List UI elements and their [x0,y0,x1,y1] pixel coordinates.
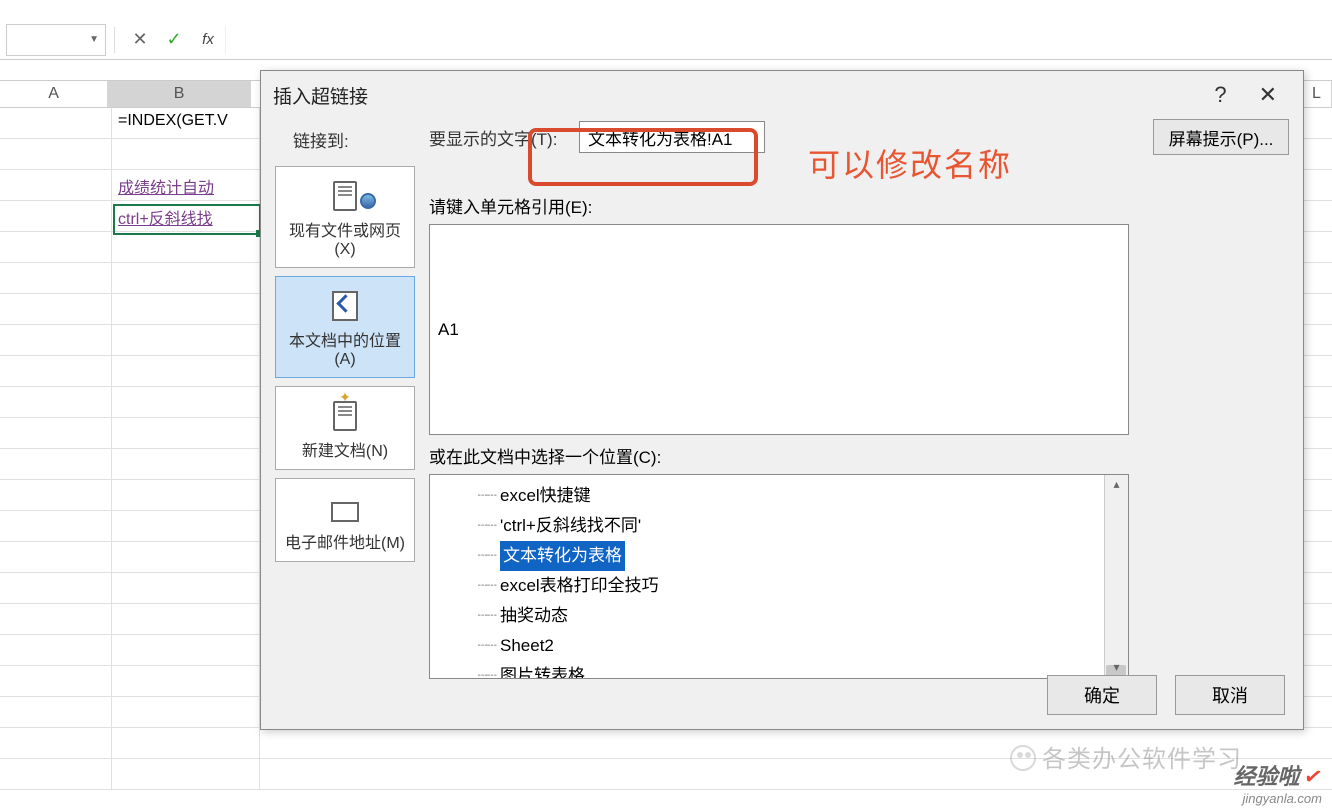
tree-item[interactable]: ┄┄Sheet2 [436,631,1122,661]
ok-button[interactable]: 确定 [1047,675,1157,715]
display-text-label: 要显示的文字(T): [429,125,579,150]
scroll-up-icon[interactable]: ▴ [1105,475,1128,495]
tree-item[interactable]: ┄┄excel快捷键 [436,481,1122,511]
formula-input[interactable] [225,25,1332,55]
help-button[interactable]: ? [1196,76,1244,114]
close-button[interactable]: ✕ [1245,76,1291,114]
name-box[interactable]: ▼ [6,24,106,56]
col-header-A[interactable]: A [0,81,108,107]
watermark: 各类办公软件学习 [1010,739,1242,774]
cell-B4[interactable]: ctrl+反斜线找 [112,201,260,231]
place-label: 或在此文档中选择一个位置(C): [429,435,1289,474]
dialog-titlebar: 插入超链接 ? ✕ [261,71,1303,119]
linkto-new-doc[interactable]: 新建文档(N) [275,386,415,470]
new-doc-icon [280,399,410,433]
confirm-formula-button[interactable]: ✓ [157,25,191,55]
dialog-title: 插入超链接 [273,82,368,109]
tree-item-selected[interactable]: ┄┄文本转化为表格 [436,541,1122,571]
cellref-input[interactable] [429,224,1129,435]
tree-item[interactable]: ┄┄excel表格打印全技巧 [436,571,1122,601]
cell-B1[interactable]: =INDEX(GET.V [112,108,260,138]
watermark: 经验啦✓ jingyanla.com [1234,759,1322,806]
hyperlink[interactable]: ctrl+反斜线找 [118,211,213,228]
hyperlink[interactable]: 成绩统计自动 [118,180,214,197]
scrollbar[interactable]: ▴ ▾ [1104,475,1128,678]
separator [114,27,115,53]
screen-tip-button[interactable]: 屏幕提示(P)... [1153,119,1289,155]
tree-item[interactable]: ┄┄'ctrl+反斜线找不同' [436,511,1122,541]
linkto-existing-file[interactable]: 现有文件或网页(X) [275,166,415,268]
insert-function-button[interactable]: fx [191,25,225,55]
tree-item[interactable]: ┄┄图片转表格 [436,661,1122,679]
place-tree[interactable]: ┄┄excel快捷键 ┄┄'ctrl+反斜线找不同' ┄┄文本转化为表格 ┄┄e… [429,474,1129,679]
page-arrow-icon [280,289,410,323]
col-header-L[interactable]: L [1302,81,1332,107]
display-text-input[interactable] [579,121,765,153]
cell-B3[interactable]: 成绩统计自动 [112,170,260,200]
formula-bar: ▼ ✕ ✓ fx [0,20,1332,60]
check-icon: ✓ [1301,762,1324,791]
wechat-icon [1010,745,1036,771]
col-header-B[interactable]: B [108,81,251,107]
insert-hyperlink-dialog: 插入超链接 ? ✕ 链接到: 现有文件或网页(X) 本文档中的位置(A) 新建文… [260,70,1304,730]
cellref-label: 请键入单元格引用(E): [429,185,1289,224]
cancel-button[interactable]: 取消 [1175,675,1285,715]
linkto-email[interactable]: 电子邮件地址(M) [275,478,415,562]
mail-icon [280,491,410,525]
cancel-formula-button[interactable]: ✕ [123,25,157,55]
cell[interactable] [0,108,112,138]
tree-item[interactable]: ┄┄抽奖动态 [436,601,1122,631]
linkto-label: 链接到: [275,119,415,166]
page-globe-icon [280,179,410,213]
linkto-place-in-doc[interactable]: 本文档中的位置(A) [275,276,415,378]
